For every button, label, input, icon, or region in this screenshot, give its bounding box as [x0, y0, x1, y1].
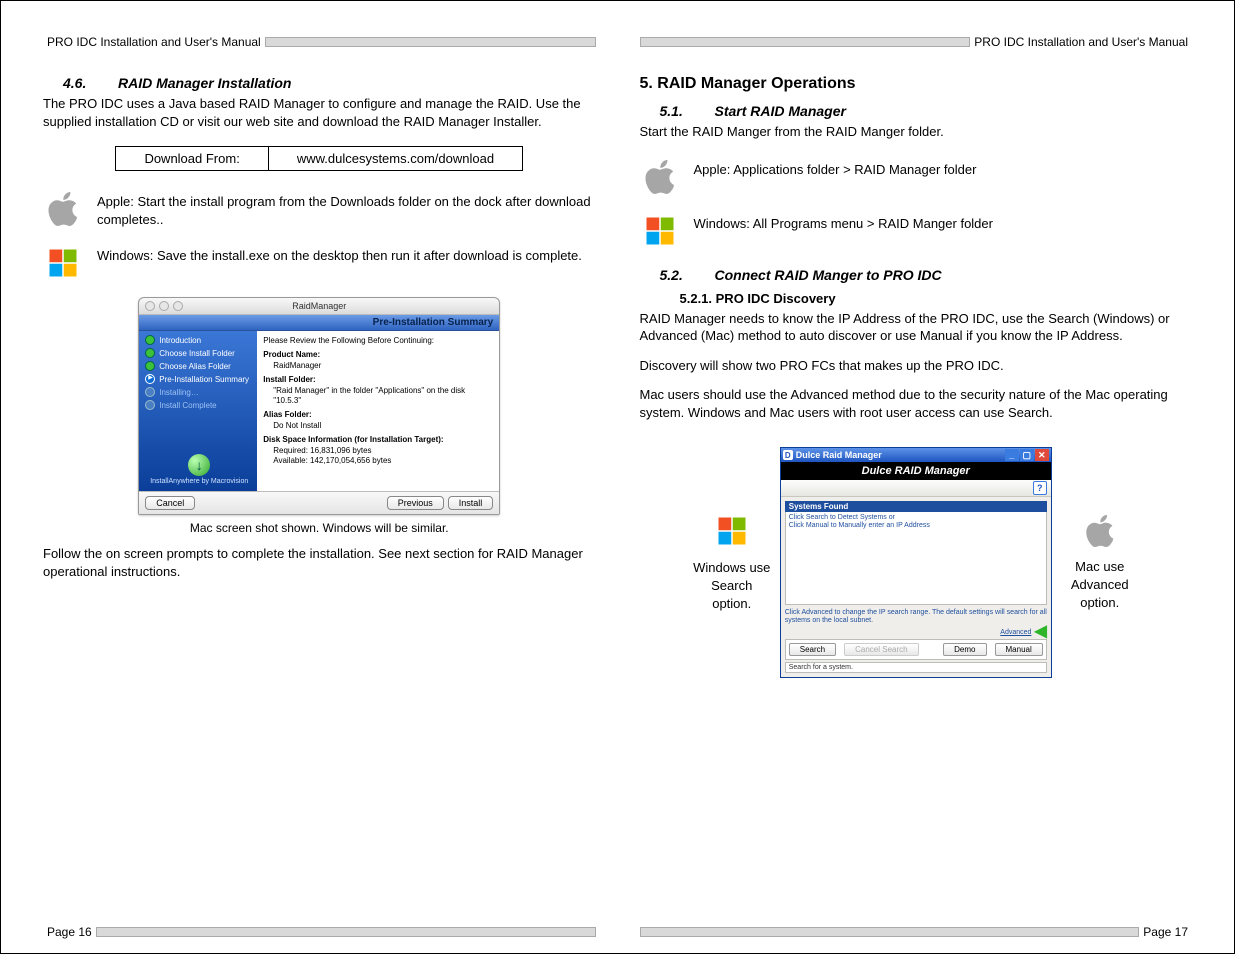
sec-4-6-heading: 4.6.RAID Manager Installation: [63, 75, 596, 91]
page-number-right: Page 17: [1139, 925, 1192, 939]
doc-title: PRO IDC Installation and User's Manual: [970, 35, 1192, 49]
windows-path-text: Windows: All Programs menu > RAID Manger…: [694, 211, 993, 233]
sec-5-1-heading: 5.1.Start RAID Manager: [660, 103, 1193, 119]
mac-window-title: RaidManager: [139, 301, 499, 311]
dulce-app-title: Dulce Raid Manager: [796, 450, 882, 460]
apple-logo-icon: [1060, 514, 1140, 553]
help-icon[interactable]: ?: [1033, 481, 1047, 495]
windows-logo-icon: [692, 513, 772, 554]
apple-logo-icon: [43, 189, 83, 229]
step-todo-icon: [145, 387, 155, 397]
windows-path-row: Windows: All Programs menu > RAID Manger…: [640, 211, 1193, 251]
mac-sidebar: Introduction Choose Install Folder Choos…: [139, 331, 257, 491]
dulce-titlebar: DDulce Raid Manager _ ▢ ✕: [781, 448, 1051, 462]
download-arrow-icon: ↓: [188, 454, 210, 476]
download-url: www.dulcesystems.com/download: [268, 147, 522, 171]
page-header-right: PRO IDC Installation and User's Manual: [640, 33, 1193, 51]
download-table: Download From: www.dulcesystems.com/down…: [115, 146, 523, 171]
step-done-icon: [145, 348, 155, 358]
page-footer-left: Page 16: [43, 913, 596, 941]
window-close-icon[interactable]: ✕: [1035, 449, 1049, 461]
sec-4-6-intro: The PRO IDC uses a Java based RAID Manag…: [43, 95, 596, 130]
sec-5-heading: 5. RAID Manager Operations: [640, 75, 1193, 93]
manual-button[interactable]: Manual: [995, 643, 1043, 656]
windows-logo-icon: [640, 211, 680, 251]
windows-install-text: Windows: Save the install.exe on the des…: [97, 243, 582, 265]
discovery-p2: Discovery will show two PRO FCs that mak…: [640, 357, 1193, 375]
page-footer-right: Page 17: [640, 913, 1193, 941]
step-done-icon: [145, 335, 155, 345]
cancel-search-button[interactable]: Cancel Search: [844, 643, 918, 656]
window-max-icon[interactable]: ▢: [1020, 449, 1034, 461]
page-number-left: Page 16: [43, 925, 96, 939]
advanced-hint: Click Advanced to change the IP search r…: [785, 609, 1047, 624]
sec-5-1-body: Start the RAID Manger from the RAID Mang…: [640, 123, 1193, 141]
mac-banner: Pre-Installation Summary: [139, 315, 499, 331]
dulce-toolbar: ?: [781, 480, 1051, 497]
page-header-left: PRO IDC Installation and User's Manual: [43, 33, 596, 51]
dulce-button-row: Search Cancel Search Demo Manual: [785, 639, 1047, 660]
advanced-link[interactable]: Advanced: [1000, 629, 1031, 636]
systems-found-header: Systems Found: [785, 501, 1047, 512]
screenshot-caption: Mac screen shot shown. Windows will be s…: [43, 521, 596, 535]
windows-logo-icon: [43, 243, 83, 283]
sec-5-2-1-heading: 5.2.1. PRO IDC Discovery: [680, 291, 1193, 306]
dulce-banner: Dulce RAID Manager: [781, 462, 1051, 480]
mac-installer-screenshot: RaidManager Pre-Installation Summary Int…: [138, 297, 500, 515]
status-bar: Search for a system.: [785, 662, 1047, 673]
mac-main-panel: Please Review the Following Before Conti…: [257, 331, 499, 491]
sec-5-2-heading: 5.2.Connect RAID Manger to PRO IDC: [660, 267, 1193, 283]
dulce-app-icon: D: [783, 450, 793, 460]
mac-cancel-button[interactable]: Cancel: [145, 496, 195, 510]
search-button[interactable]: Search: [789, 643, 836, 656]
doc-title: PRO IDC Installation and User's Manual: [43, 35, 265, 49]
apple-install-row: Apple: Start the install program from th…: [43, 189, 596, 229]
windows-search-note: Windows use Search option.: [692, 513, 772, 612]
mac-advanced-note: Mac use Advanced option.: [1060, 514, 1140, 611]
installer-brand: InstallAnywhere by Macrovision: [145, 478, 253, 485]
window-min-icon[interactable]: _: [1005, 449, 1019, 461]
step-todo-icon: [145, 400, 155, 410]
apple-path-row: Apple: Applications folder > RAID Manage…: [640, 157, 1193, 197]
apple-path-text: Apple: Applications folder > RAID Manage…: [694, 157, 977, 179]
windows-install-row: Windows: Save the install.exe on the des…: [43, 243, 596, 283]
discovery-p1: RAID Manager needs to know the IP Addres…: [640, 310, 1193, 345]
systems-hint-box: Click Search to Detect Systems or Click …: [785, 512, 1047, 605]
mac-previous-button[interactable]: Previous: [387, 496, 444, 510]
demo-button[interactable]: Demo: [943, 643, 986, 656]
dulce-raid-manager-window: DDulce Raid Manager _ ▢ ✕ Dulce RAID Man…: [780, 447, 1052, 677]
download-label: Download From:: [116, 147, 268, 171]
mac-titlebar: RaidManager: [139, 298, 499, 315]
mac-install-button[interactable]: Install: [448, 496, 494, 510]
step-current-icon: [145, 374, 155, 384]
discovery-p3: Mac users should use the Advanced method…: [640, 386, 1193, 421]
apple-logo-icon: [640, 157, 680, 197]
step-done-icon: [145, 361, 155, 371]
apple-install-text: Apple: Start the install program from th…: [97, 189, 596, 228]
dulce-screenshot-row: Windows use Search option. DDulce Raid M…: [640, 447, 1193, 677]
follow-text: Follow the on screen prompts to complete…: [43, 545, 596, 580]
